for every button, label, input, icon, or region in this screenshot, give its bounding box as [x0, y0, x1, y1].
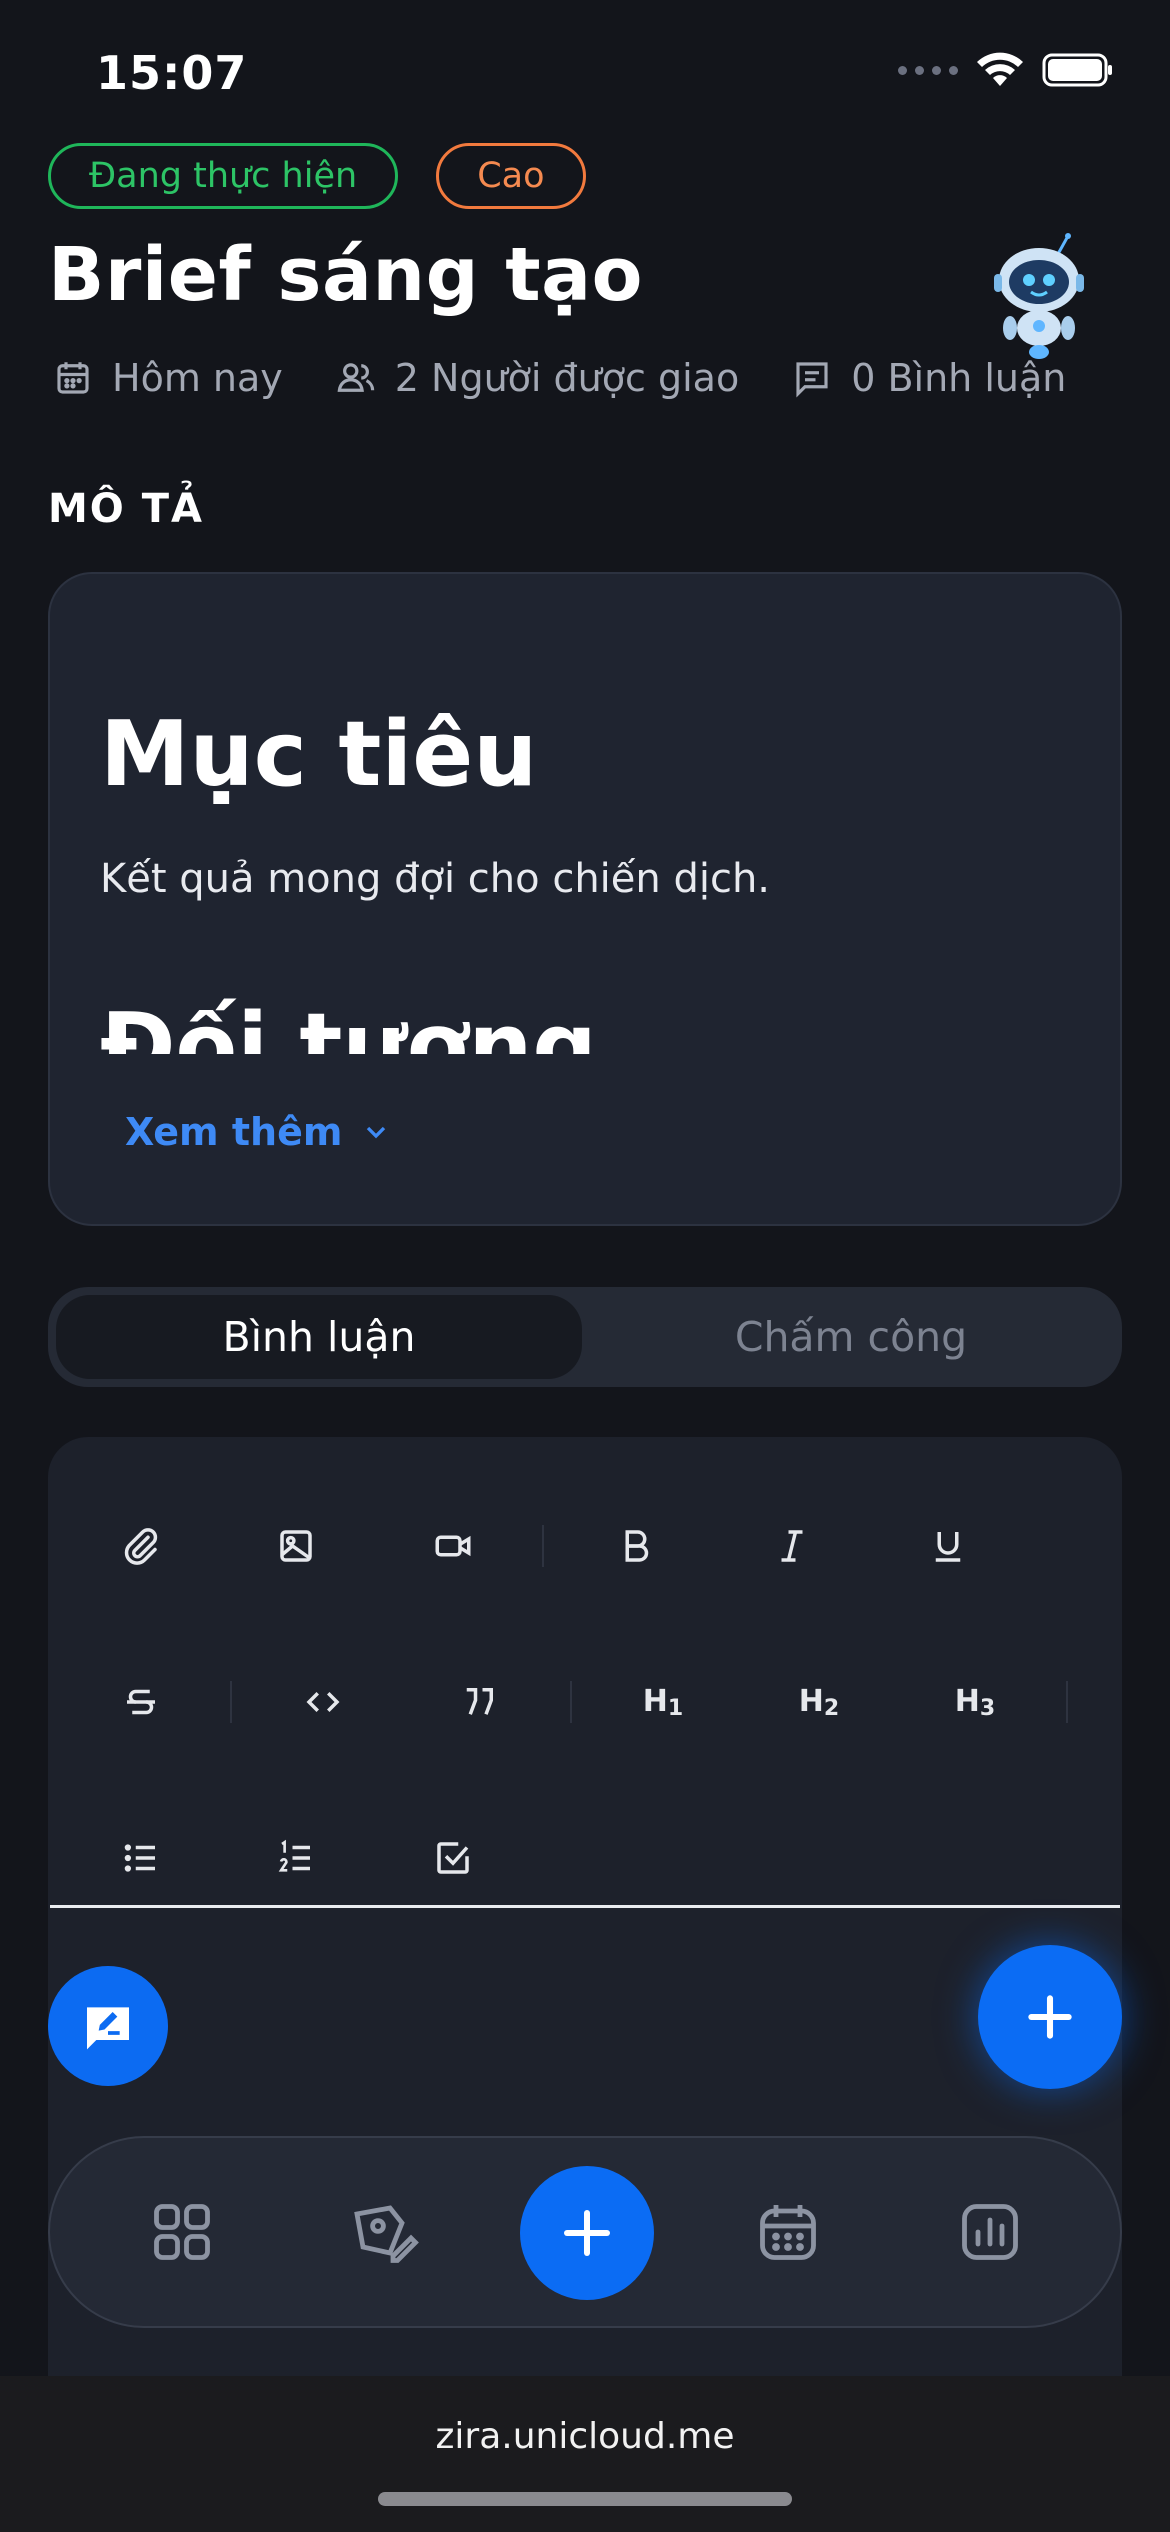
- edit-message-icon: [87, 2007, 129, 2050]
- paperclip-icon: [124, 1528, 158, 1565]
- robot-assistant-icon[interactable]: [984, 232, 1094, 362]
- chart-icon: [962, 2204, 1018, 2260]
- code-button[interactable]: [278, 1657, 368, 1747]
- underline-button[interactable]: [903, 1501, 993, 1591]
- assignees[interactable]: 2 Người được giao: [335, 356, 739, 400]
- comment-icon: [796, 362, 828, 398]
- bullet-list-icon: [124, 1844, 155, 1872]
- video-icon: [435, 1535, 471, 1557]
- comment-editor: H1 H2 H3: [48, 1437, 1122, 2532]
- italic-button[interactable]: [747, 1501, 837, 1591]
- url-text[interactable]: zira.unicloud.me: [0, 2416, 1170, 2457]
- description-heading-truncated: Đối tượng: [100, 992, 1000, 1054]
- grid-icon: [154, 2204, 210, 2260]
- status-time: 15:07: [96, 46, 248, 100]
- tab-timesheet[interactable]: Chấm công: [588, 1295, 1114, 1379]
- tab-switcher: Bình luận Chấm công: [48, 1287, 1122, 1387]
- strikethrough-button[interactable]: [96, 1657, 186, 1747]
- description-subheading: Đối tượng: [100, 994, 597, 1054]
- wifi-icon: [977, 52, 1023, 86]
- bold-button[interactable]: [591, 1501, 681, 1591]
- priority-badge[interactable]: Cao: [436, 143, 586, 209]
- description-card[interactable]: Mục tiêu Kết quả mong đợi cho chiến dịch…: [48, 572, 1122, 1226]
- bullet-list-button[interactable]: [96, 1813, 186, 1903]
- bottom-navigation: [48, 2136, 1122, 2328]
- description-heading: Mục tiêu: [100, 702, 538, 807]
- plus-icon: [1028, 1995, 1072, 2039]
- status-badge[interactable]: Đang thực hiện: [48, 143, 399, 209]
- nav-reports[interactable]: [942, 2184, 1038, 2280]
- quote-icon: [466, 1688, 493, 1715]
- italic-icon: [781, 1530, 803, 1562]
- nav-dashboard[interactable]: [134, 2184, 230, 2280]
- comments-count[interactable]: 0 Bình luận: [791, 356, 1066, 400]
- insert-video-button[interactable]: [408, 1501, 498, 1591]
- heading1-button[interactable]: H1: [618, 1657, 708, 1747]
- chevron-down-icon: [367, 1126, 386, 1139]
- toolbar-divider: [542, 1525, 544, 1567]
- nav-add-button[interactable]: [520, 2166, 654, 2300]
- due-date-label: Hôm nay: [112, 356, 283, 400]
- write-comment-button[interactable]: [48, 1966, 168, 2086]
- numbered-list-icon: [278, 1839, 310, 1872]
- see-more-link[interactable]: Xem thêm: [125, 1110, 392, 1154]
- status-bar: 15:07: [0, 0, 1170, 140]
- task-badges: Đang thực hiện Cao: [48, 143, 586, 209]
- nav-calendar[interactable]: [740, 2184, 836, 2280]
- image-icon: [280, 1530, 312, 1562]
- checklist-button[interactable]: [408, 1813, 498, 1903]
- heading3-button[interactable]: H3: [930, 1657, 1020, 1747]
- bold-icon: [625, 1530, 649, 1562]
- heading2-button[interactable]: H2: [774, 1657, 864, 1747]
- nav-tasks[interactable]: [336, 2184, 432, 2280]
- description-paragraph: Kết quả mong đợi cho chiến dịch.: [100, 856, 771, 902]
- attach-button[interactable]: [96, 1501, 186, 1591]
- signal-icon: [898, 65, 958, 75]
- plus-icon: [564, 2210, 610, 2256]
- underline-icon: [935, 1532, 961, 1562]
- numbered-list-button[interactable]: [251, 1813, 341, 1903]
- tab-comments[interactable]: Bình luận: [56, 1295, 582, 1379]
- browser-url-bar[interactable]: zira.unicloud.me: [0, 2376, 1170, 2532]
- checklist-icon: [437, 1842, 469, 1874]
- heading1-icon: H1: [642, 1683, 684, 1721]
- users-icon: [337, 363, 374, 392]
- toolbar-divider: [230, 1681, 232, 1723]
- see-more-label: Xem thêm: [125, 1110, 343, 1154]
- add-fab-button[interactable]: [978, 1945, 1122, 2089]
- insert-image-button[interactable]: [251, 1501, 341, 1591]
- battery-icon: [1042, 53, 1112, 87]
- editor-input-divider: [50, 1905, 1120, 1908]
- toolbar-divider: [570, 1681, 572, 1723]
- heading3-icon: H3: [954, 1683, 996, 1721]
- quote-button[interactable]: [434, 1657, 524, 1747]
- strikethrough-icon: [127, 1689, 155, 1715]
- edit-tag-icon: [354, 2205, 419, 2263]
- task-meta: Hôm nay 2 Người được giao 0 Bình luận: [52, 356, 1118, 400]
- due-date[interactable]: Hôm nay: [52, 356, 283, 400]
- toolbar-divider: [1066, 1681, 1068, 1723]
- calendar-icon: [760, 2205, 816, 2260]
- heading2-icon: H2: [798, 1683, 840, 1721]
- comments-label: 0 Bình luận: [851, 356, 1067, 400]
- task-title: Brief sáng tạo: [48, 232, 643, 318]
- description-section-label: MÔ TẢ: [48, 486, 204, 532]
- code-icon: [306, 1692, 340, 1712]
- status-indicators: [898, 52, 1114, 88]
- assignees-label: 2 Người được giao: [394, 356, 740, 400]
- calendar-icon: [57, 362, 89, 394]
- home-indicator[interactable]: [378, 2492, 792, 2506]
